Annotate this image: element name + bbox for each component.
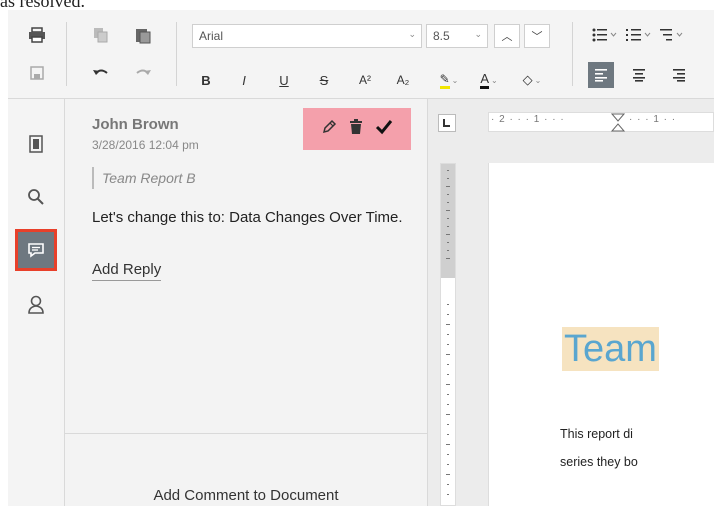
comment-actions bbox=[303, 108, 411, 150]
highlight-color-button[interactable]: ✎ ⌄ bbox=[434, 68, 464, 92]
toolbar-separator bbox=[572, 22, 573, 86]
bullet-list-icon[interactable] bbox=[590, 24, 620, 46]
divider bbox=[65, 433, 427, 434]
comment-text: Let's change this to: Data Changes Over … bbox=[92, 209, 403, 226]
toolbar: Arial ⌄ 8.5 ⌄ ︿ ﹀ B I U S A² A₂ ✎ ⌄ A ⌄ ◇ ⌄ bbox=[8, 10, 714, 99]
highlighter-icon: ✎ bbox=[439, 72, 450, 89]
comment-timestamp: 3/28/2016 12:04 pm bbox=[92, 138, 199, 152]
align-right-icon[interactable] bbox=[668, 64, 690, 86]
subscript-button[interactable]: A₂ bbox=[390, 68, 416, 92]
paste-icon[interactable] bbox=[132, 24, 154, 46]
ruler-ticks bbox=[446, 170, 450, 495]
chevron-down-icon: ⌄ bbox=[490, 75, 498, 85]
chevron-down-icon: ⌄ bbox=[451, 75, 459, 85]
vertical-ruler[interactable] bbox=[440, 163, 456, 506]
comment-author: John Brown bbox=[92, 116, 179, 133]
comment-quote: Team Report B bbox=[92, 167, 196, 189]
add-comment-to-document-button[interactable]: Add Comment to Document bbox=[65, 487, 427, 504]
tab-stop-selector[interactable] bbox=[438, 114, 456, 132]
decrease-size-icon[interactable]: ﹀ bbox=[524, 24, 550, 48]
document-icon[interactable] bbox=[18, 126, 54, 162]
italic-button[interactable]: I bbox=[232, 68, 256, 92]
left-sidebar bbox=[8, 99, 65, 506]
ruler-marks: · 2 · · · 1 · · · bbox=[491, 114, 565, 125]
multilevel-list-icon[interactable] bbox=[658, 24, 688, 46]
add-reply-link[interactable]: Add Reply bbox=[92, 261, 162, 281]
bold-button[interactable]: B bbox=[194, 68, 218, 92]
numbered-list-icon[interactable] bbox=[624, 24, 654, 46]
superscript-button[interactable]: A² bbox=[352, 68, 378, 92]
toolbar-separator bbox=[176, 22, 177, 86]
strikethrough-button[interactable]: S bbox=[312, 68, 336, 92]
search-icon[interactable] bbox=[18, 179, 54, 215]
copy-icon[interactable] bbox=[90, 24, 112, 46]
edit-icon[interactable] bbox=[321, 119, 337, 140]
indent-marker-icon[interactable] bbox=[611, 113, 625, 133]
comment-icon[interactable] bbox=[15, 229, 57, 271]
align-center-icon[interactable] bbox=[628, 64, 650, 86]
increase-size-icon[interactable]: ︿ bbox=[494, 24, 520, 48]
comments-panel: John Brown 3/28/2016 12:04 pm Team Repor… bbox=[65, 99, 428, 506]
ruler-marks-right: · · · 1 · · bbox=[629, 114, 677, 125]
redo-icon[interactable] bbox=[132, 62, 154, 84]
resolve-check-icon[interactable] bbox=[375, 119, 393, 140]
chevron-down-icon: ⌄ bbox=[534, 75, 542, 85]
document-text-line[interactable]: This report di bbox=[560, 427, 633, 441]
toolbar-separator bbox=[66, 22, 67, 86]
fill-color-button[interactable]: ◇ ⌄ bbox=[512, 68, 552, 92]
undo-icon[interactable] bbox=[90, 62, 112, 84]
document-area: · 2 · · · 1 · · · · · · 1 · · Team This … bbox=[428, 99, 714, 506]
font-color-button[interactable]: A ⌄ bbox=[472, 68, 506, 92]
document-text-line[interactable]: series they bo bbox=[560, 455, 638, 469]
font-family-select[interactable]: Arial ⌄ bbox=[192, 24, 422, 48]
font-size-value: 8.5 bbox=[433, 29, 450, 43]
save-icon[interactable] bbox=[26, 62, 48, 84]
document-title[interactable]: Team bbox=[562, 327, 659, 371]
delete-icon[interactable] bbox=[349, 118, 363, 140]
user-icon[interactable] bbox=[18, 287, 54, 323]
font-color-letter: A bbox=[480, 71, 489, 89]
chevron-down-icon: ⌄ bbox=[474, 29, 482, 39]
underline-button[interactable]: U bbox=[272, 68, 296, 92]
font-size-select[interactable]: 8.5 ⌄ bbox=[426, 24, 488, 48]
chevron-down-icon: ⌄ bbox=[408, 29, 416, 39]
paint-bucket-icon: ◇ bbox=[522, 72, 533, 87]
horizontal-ruler[interactable]: · 2 · · · 1 · · · · · · 1 · · bbox=[488, 112, 714, 132]
align-left-button[interactable] bbox=[588, 62, 614, 88]
font-family-value: Arial bbox=[199, 29, 224, 43]
print-icon[interactable] bbox=[26, 24, 48, 46]
